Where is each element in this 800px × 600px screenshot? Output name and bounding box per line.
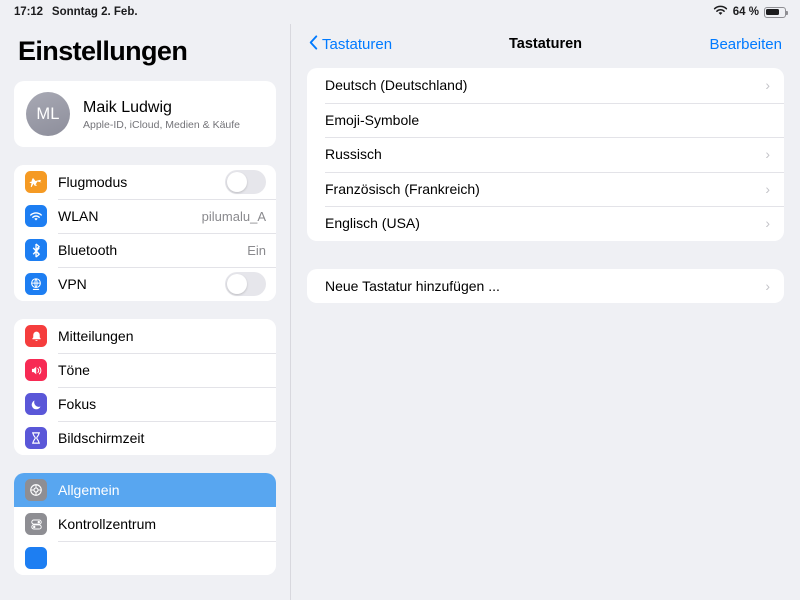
keyboards-list[interactable]: Deutsch (Deutschland) › Emoji-Symbole › … [307,68,784,241]
chevron-right-icon: › [765,77,770,94]
gear-icon [25,479,47,501]
settings-sidebar[interactable]: Einstellungen ML Maik Ludwig Apple-ID, i… [0,24,291,600]
speaker-icon [25,359,47,381]
status-time: 17:12 [14,6,43,18]
wlan-value: pilumalu_A [201,208,266,224]
list-item[interactable]: Französisch (Frankreich) › [307,171,784,207]
profile-subtitle: Apple-ID, iCloud, Medien & Käufe [83,118,241,131]
status-date: Sonntag 2. Feb. [51,6,138,18]
sidebar-item-label: Bluetooth [58,242,118,258]
edit-button[interactable]: Bearbeiten [709,36,782,53]
keyboard-label: Deutsch (Deutschland) [325,77,468,94]
add-keyboard-row[interactable]: Neue Tastatur hinzufügen ... › [307,269,784,304]
vpn-toggle[interactable] [225,272,266,296]
status-bar: 17:12 Sonntag 2. Feb. 64 % [0,0,800,24]
list-item[interactable]: Englisch (USA) › [307,206,784,241]
avatar: ML [26,92,70,136]
sidebar-item-toene[interactable]: Töne [14,353,276,387]
sidebar-item-label: Mitteilungen [58,328,134,344]
sidebar-group-connectivity[interactable]: Flugmodus WLAN pilumalu_A Bluetooth Ein … [14,165,276,301]
sidebar-item-label: Bildschirmzeit [58,430,145,446]
sidebar-item-label: Flugmodus [58,174,128,190]
split-view: Einstellungen ML Maik Ludwig Apple-ID, i… [0,24,800,600]
sidebar-item-label: WLAN [58,208,99,224]
sidebar-item-allgemein[interactable]: Allgemein [14,473,276,507]
keyboard-label: Emoji-Symbole [325,111,420,128]
chevron-right-icon: › [765,146,770,163]
partial-icon [25,547,47,569]
status-bar-left: 17:12 Sonntag 2. Feb. [14,6,138,18]
apple-id-row[interactable]: ML Maik Ludwig Apple-ID, iCloud, Medien … [14,81,276,147]
sidebar-item-mitteilungen[interactable]: Mitteilungen [14,319,276,353]
chevron-left-icon [309,34,318,54]
detail-pane: Tastaturen Tastaturen Bearbeiten Deutsch… [291,24,800,600]
wifi-icon [713,5,728,19]
bell-icon [25,325,47,347]
moon-icon [25,393,47,415]
battery-percent: 64 % [732,6,759,18]
keyboard-label: Russisch [325,146,382,163]
airplane-icon [25,171,47,193]
profile-name: Maik Ludwig [83,98,172,116]
chevron-right-icon: › [765,277,770,294]
list-item[interactable]: Deutsch (Deutschland) › [307,68,784,103]
add-keyboard-card[interactable]: Neue Tastatur hinzufügen ... › [307,268,784,304]
flugmodus-toggle[interactable] [225,170,266,194]
sidebar-item-label: Fokus [58,396,97,412]
wifi-icon [25,205,47,227]
sidebar-item-kontrollzentrum[interactable]: Kontrollzentrum [14,507,276,541]
sidebar-group-notifications[interactable]: Mitteilungen Töne Fokus Bildschirmzeit [14,319,276,455]
status-bar-right: 64 % [713,5,788,19]
chevron-right-icon: › [765,215,770,232]
back-button[interactable]: Tastaturen [309,34,393,54]
sidebar-item-bildschirmzeit[interactable]: Bildschirmzeit [14,421,276,455]
sidebar-item-label: Kontrollzentrum [58,516,157,532]
sidebar-item-wlan[interactable]: WLAN pilumalu_A [14,199,276,233]
keyboard-label: Englisch (USA) [325,215,420,232]
sidebar-item-bluetooth[interactable]: Bluetooth Ein [14,233,276,267]
battery-icon [764,6,788,18]
hourglass-icon [25,427,47,449]
sidebar-item-label: VPN [58,276,87,292]
add-keyboard-label: Neue Tastatur hinzufügen ... [325,277,500,294]
sidebar-item-fokus[interactable]: Fokus [14,387,276,421]
page-title: Einstellungen [18,36,188,66]
bluetooth-value: Ein [247,242,266,258]
sidebar-item-flugmodus[interactable]: Flugmodus [14,165,276,199]
sidebar-item-vpn[interactable]: VPN [14,267,276,301]
settings-app: 17:12 Sonntag 2. Feb. 64 % Einstellungen… [0,0,800,600]
sidebar-item-label: Töne [58,362,90,378]
sidebar-group-system[interactable]: Allgemein Kontrollzentrum [14,473,276,575]
list-item[interactable]: Russisch › [307,137,784,172]
profile-card[interactable]: ML Maik Ludwig Apple-ID, iCloud, Medien … [14,81,276,147]
sidebar-item-partial[interactable] [14,541,276,575]
navigation-bar: Tastaturen Tastaturen Bearbeiten [291,24,800,64]
bluetooth-icon [25,239,47,261]
sidebar-item-label: Allgemein [58,482,120,498]
chevron-right-icon: › [765,180,770,197]
list-item[interactable]: Emoji-Symbole › [307,102,784,138]
detail-body: Deutsch (Deutschland) › Emoji-Symbole › … [291,64,800,331]
keyboard-label: Französisch (Frankreich) [325,180,480,197]
back-button-label: Tastaturen [322,35,393,53]
vpn-globe-icon [25,273,47,295]
control-center-icon [25,513,47,535]
